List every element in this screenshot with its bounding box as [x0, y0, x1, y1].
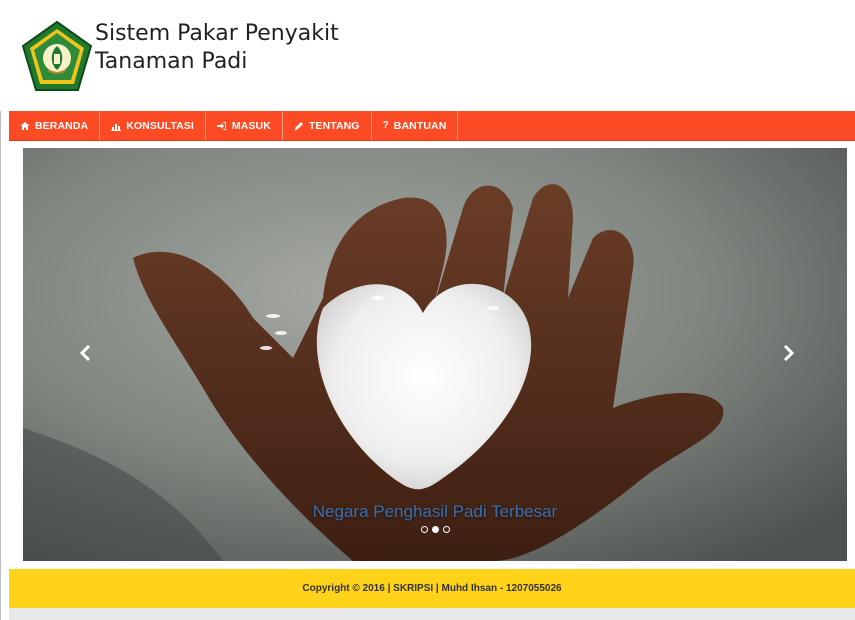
nav-item-tentang[interactable]: TENTANG — [283, 111, 372, 140]
carousel-prev-button[interactable] — [71, 338, 101, 368]
bar-chart-icon — [111, 123, 122, 131]
question-icon: ? — [382, 120, 389, 131]
site-title: Sistem Pakar Penyakit Tanaman Padi — [95, 20, 339, 76]
nav-item-masuk[interactable]: MASUK — [206, 111, 283, 140]
chevron-left-icon — [79, 345, 91, 361]
sign-in-icon — [216, 121, 226, 130]
carousel-indicator-3[interactable] — [442, 526, 450, 533]
home-icon — [20, 121, 30, 130]
nav-item-bantuan[interactable]: ? BANTUAN — [372, 111, 459, 140]
chevron-right-icon — [783, 345, 795, 361]
nav-item-konsultasi[interactable]: KONSULTASI — [100, 111, 206, 140]
pencil-icon — [294, 121, 303, 130]
header: Sistem Pakar Penyakit Tanaman Padi — [0, 0, 855, 111]
nav-label: BERANDA — [35, 119, 89, 132]
nav-label: BANTUAN — [393, 119, 447, 132]
nav-item-beranda[interactable]: BERANDA — [9, 111, 101, 140]
image-carousel[interactable]: Negara Penghasil Padi Terbesar — [23, 148, 847, 561]
carousel-indicators — [23, 526, 847, 533]
carousel-caption: Negara Penghasil Padi Terbesar — [312, 502, 558, 521]
carousel-next-button[interactable] — [773, 338, 803, 368]
university-logo[interactable] — [20, 20, 94, 94]
main-navbar: BERANDA KONSULTASI MASUK TENTANG ? BANTU… — [9, 111, 855, 141]
carousel-slide-image — [23, 148, 847, 561]
footer: Copyright © 2016 | SKRIPSI | Muhd Ihsan … — [9, 569, 855, 608]
nav-label: TENTANG — [308, 119, 360, 132]
bottom-strip — [9, 608, 855, 620]
nav-label: KONSULTASI — [126, 119, 194, 132]
site-title-line2: Tanaman Padi — [95, 49, 248, 74]
carousel-indicator-1[interactable] — [420, 526, 428, 533]
carousel-indicator-2[interactable] — [431, 526, 439, 533]
footer-copyright: Copyright © 2016 | SKRIPSI | Muhd Ihsan … — [302, 583, 562, 594]
nav-label: MASUK — [231, 119, 271, 132]
site-title-line1: Sistem Pakar Penyakit — [95, 21, 339, 46]
